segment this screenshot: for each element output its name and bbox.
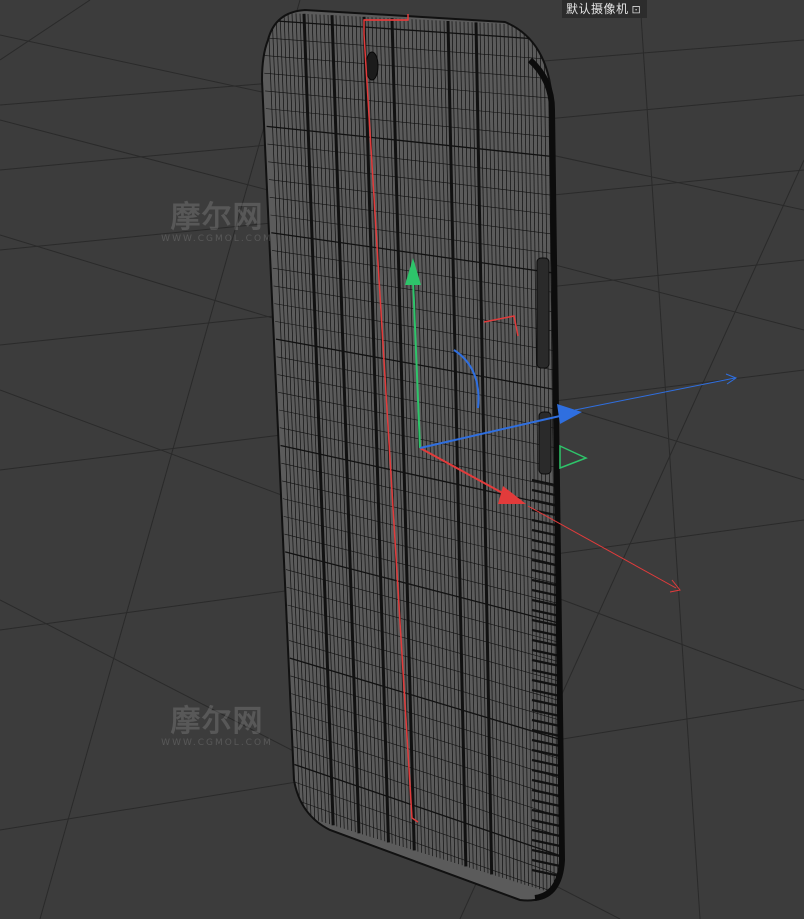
phone-model[interactable] <box>260 8 566 902</box>
camera-label[interactable]: 默认摄像机 ⊡ <box>562 0 648 18</box>
grid-line <box>639 0 701 919</box>
camera-lens <box>365 51 379 81</box>
camera-label-text: 默认摄像机 <box>566 2 629 16</box>
3d-viewport[interactable]: 默认摄像机 ⊡ 摩尔网 WWW.CGMOL.COM 摩尔网 WWW.CGMOL.C… <box>0 0 804 919</box>
viewport-scene[interactable] <box>0 0 804 919</box>
gizmo-plane-handle-green[interactable] <box>559 444 588 470</box>
grid-line <box>39 0 301 919</box>
volume-button <box>536 257 550 369</box>
grid-line <box>0 0 91 61</box>
world-z-axis <box>574 377 736 411</box>
gizmo-z-arrow[interactable] <box>557 404 582 424</box>
camera-link-icon[interactable]: ⊡ <box>632 3 642 16</box>
